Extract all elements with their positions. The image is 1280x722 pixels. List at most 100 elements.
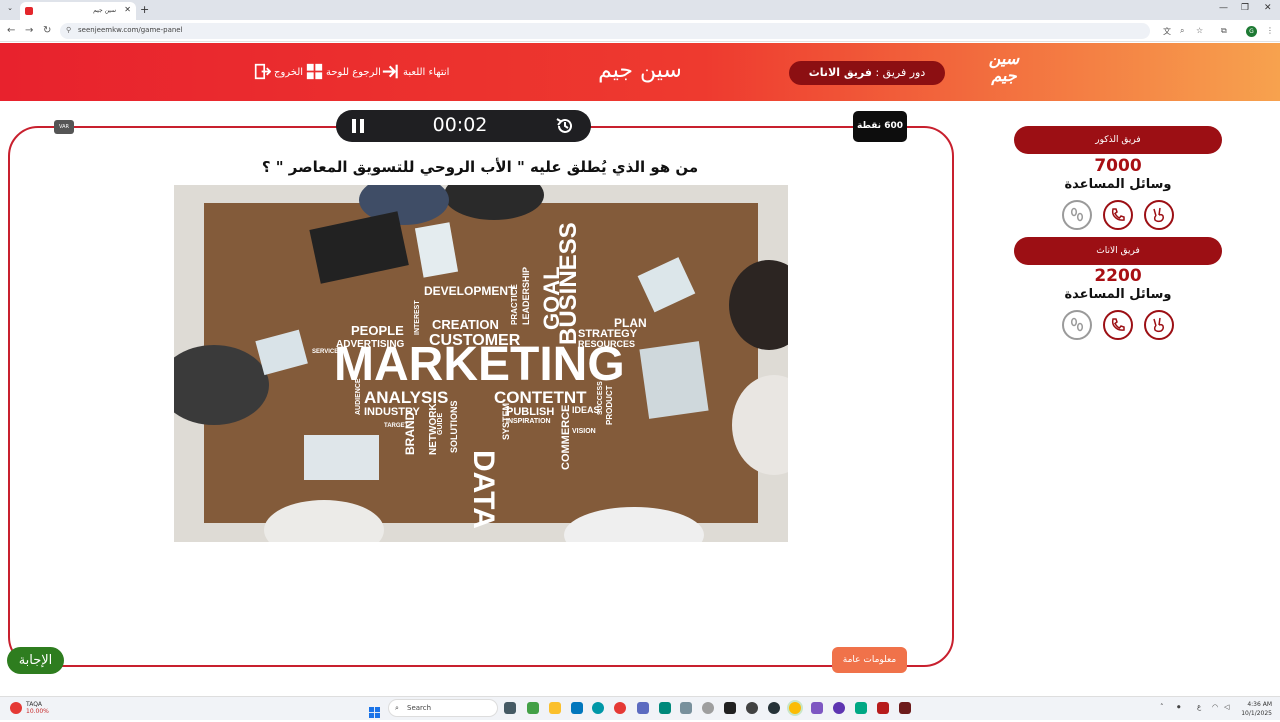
image-word: AUDIENCE [355,378,362,415]
phone-icon [1111,318,1125,331]
back-icon[interactable]: ← [7,25,15,36]
aid-footsteps-button[interactable] [1062,200,1092,230]
category-badge[interactable]: معلومات عامة [832,647,907,673]
image-word: SUCCESS [597,381,604,415]
image-word: LEADERSHIP [521,267,531,325]
image-word: CUSTOMER [429,332,521,349]
messenger-icon[interactable] [833,702,845,714]
timer-display: 00:02 [432,114,488,136]
aid-two-answers-button[interactable] [1144,200,1174,230]
victory-hand-icon [1153,207,1164,223]
forward-icon[interactable]: → [25,25,33,36]
end-game-link[interactable]: انتهاء اللعبة [403,67,449,78]
restore-icon[interactable]: ❐ [1241,3,1249,13]
exit-icon[interactable] [254,63,271,80]
os-taskbar: TAQA 10.00% ⌕ Search ˄ ⏺ ع ◠ ◁ 4:36 AM 1… [0,696,1280,720]
close-tab-icon[interactable]: ✕ [124,5,131,14]
settings-icon[interactable] [702,702,714,714]
menu-icon[interactable]: ⋮ [1266,26,1274,35]
back-to-board-link[interactable]: الرجوع للوحة [326,67,381,78]
volume-icon[interactable]: ◁ [1224,703,1229,711]
reload-icon[interactable]: ↻ [43,25,51,36]
pause-icon[interactable] [350,118,366,134]
image-word: PEOPLE [351,323,404,338]
opera-icon[interactable] [614,702,626,714]
extensions-icon[interactable]: ⧉ [1221,26,1227,36]
close-window-icon[interactable]: ✕ [1264,3,1272,13]
board-grid-icon[interactable] [306,63,323,80]
image-word: PLAN [614,316,647,330]
taskbar-search[interactable]: ⌕ Search [388,699,498,717]
image-word: IDEAS [572,405,600,415]
browser-tab[interactable]: سين جيم ✕ [20,2,136,20]
site-logo[interactable]: سين جيم [980,50,1028,94]
image-word: VISION [572,428,596,435]
question-image: MARKETING DATA BUSINESS GOAL CUSTOMER CR… [174,185,788,542]
app-icon[interactable] [659,702,671,714]
browser-tab-strip: ⌄ سين جيم ✕ + — ❐ ✕ [0,0,1280,20]
turn-team: فريق الاناث [808,66,872,79]
exit-link[interactable]: الخروج [274,67,303,78]
turn-prefix: دور فريق : [875,66,926,79]
answer-button[interactable]: الإجابة [7,647,64,674]
taskbar-clock[interactable]: 4:36 AM 10/1/2025 [1236,700,1272,718]
translate-icon[interactable]: 文 [1163,26,1171,37]
image-word: ADVERTISING [336,339,405,350]
zoom-icon[interactable]: ⌕ [1180,26,1184,36]
image-word: GUIDE [437,413,444,436]
aid-phone-button[interactable] [1103,310,1133,340]
address-bar[interactable]: ⚲ seenjeemkw.com/game-panel [60,23,1150,39]
stock-widget-icon[interactable] [10,702,22,714]
image-word: PRODUCT [605,385,614,425]
start-icon[interactable] [369,703,380,718]
var-badge[interactable]: VAR [54,120,74,134]
microphone-icon[interactable]: ⏺ [1177,703,1181,712]
url-text: seenjeemkw.com/game-panel [78,26,183,34]
chrome-icon[interactable] [789,702,801,714]
bookmark-star-icon[interactable]: ☆ [1196,26,1203,35]
brand-title: سين جيم [598,58,682,83]
question-points: 600 نقطة [853,111,907,142]
image-word: CREATION [432,317,499,332]
reset-timer-icon[interactable] [555,116,575,136]
widgets-icon[interactable] [527,702,539,714]
minimize-icon[interactable]: — [1219,3,1228,13]
app-icon[interactable] [680,702,692,714]
app-icon[interactable] [746,702,758,714]
end-game-icon[interactable] [382,63,399,80]
tab-title: سين جيم [93,7,116,14]
image-word: PUBLISH [506,406,554,418]
app-icon[interactable] [877,702,889,714]
app-icon[interactable] [637,702,649,714]
aid-footsteps-button[interactable] [1062,310,1092,340]
app-icon[interactable] [899,702,911,714]
question-text: من هو الذي يُطلق عليه " الأب الروحي للتس… [261,158,699,176]
image-word: INSPIRATION [506,418,551,425]
aid-two-answers-button[interactable] [1144,310,1174,340]
profile-avatar[interactable]: G [1246,26,1257,37]
image-word: DATA [467,450,500,529]
victory-hand-icon [1153,317,1164,333]
image-word: PRACTICE [510,283,519,325]
image-word: COMMERCE [560,405,572,470]
file-explorer-icon[interactable] [549,702,561,714]
clock-date: 10/1/2025 [1241,710,1272,717]
team-name-pill: فريق الاناث [1014,237,1222,265]
tray-chevron-icon[interactable]: ˄ [1160,703,1164,711]
app-icon[interactable] [811,702,823,714]
language-icon[interactable]: ع [1197,703,1201,711]
new-tab-icon[interactable]: + [140,3,149,16]
tab-search-icon[interactable]: ⌄ [4,4,16,16]
store-icon[interactable] [571,702,583,714]
capcut-icon[interactable] [724,702,736,714]
stock-widget[interactable]: TAQA 10.00% [26,701,49,715]
clock-time: 4:36 AM [1247,701,1272,708]
whatsapp-icon[interactable] [855,702,867,714]
site-info-icon[interactable]: ⚲ [66,26,71,34]
wifi-icon[interactable]: ◠ [1212,703,1218,711]
edge-icon[interactable] [592,702,604,714]
aid-phone-button[interactable] [1103,200,1133,230]
team-score: 2200 [1094,266,1142,286]
task-view-icon[interactable] [504,702,516,714]
github-icon[interactable] [768,702,780,714]
